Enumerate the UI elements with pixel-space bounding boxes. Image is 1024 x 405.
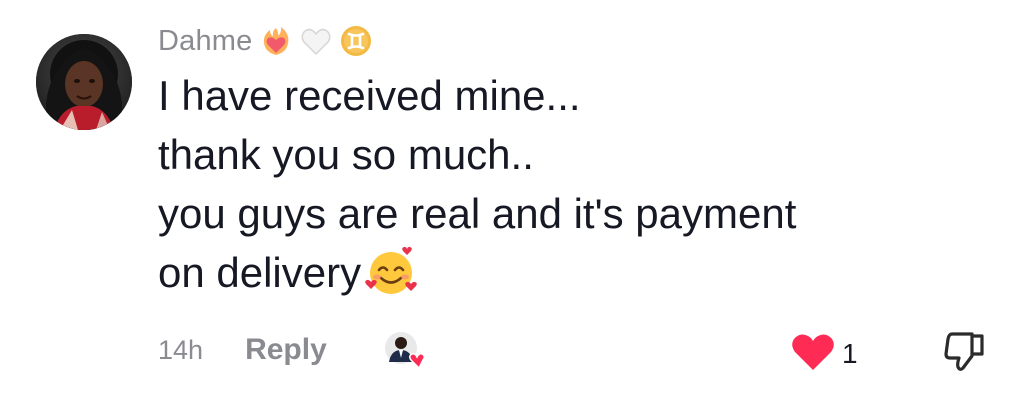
comment-item: Dahme I have received mine... thank you … — [0, 0, 1024, 405]
comment-line-last: on delivery — [158, 243, 978, 302]
username-row: Dahme — [158, 20, 373, 62]
comment-text: I have received mine... thank you so muc… — [158, 66, 978, 302]
avatar[interactable] — [36, 34, 132, 130]
like-count: 1 — [842, 337, 858, 369]
comment-line: I have received mine... — [158, 72, 581, 119]
heart-on-fire-icon — [259, 24, 293, 58]
thumbs-down-icon — [940, 332, 990, 380]
username[interactable]: Dahme — [158, 25, 253, 58]
heart-filled-icon — [790, 330, 836, 377]
gemini-zodiac-icon — [339, 24, 373, 58]
like-button[interactable]: 1 — [790, 330, 858, 377]
reply-button[interactable]: Reply — [245, 333, 327, 367]
dislike-button[interactable] — [940, 326, 990, 376]
comment-line: thank you so much.. — [158, 131, 534, 178]
creator-liked-badge — [381, 328, 429, 372]
comment-meta: 14h Reply — [158, 326, 429, 374]
smiling-face-with-hearts-icon — [363, 245, 419, 297]
comment-line: you guys are real and it's payment — [158, 190, 797, 237]
comment-time: 14h — [158, 334, 204, 365]
comment-line-text: on delivery — [158, 249, 362, 296]
white-heart-icon — [299, 24, 333, 58]
